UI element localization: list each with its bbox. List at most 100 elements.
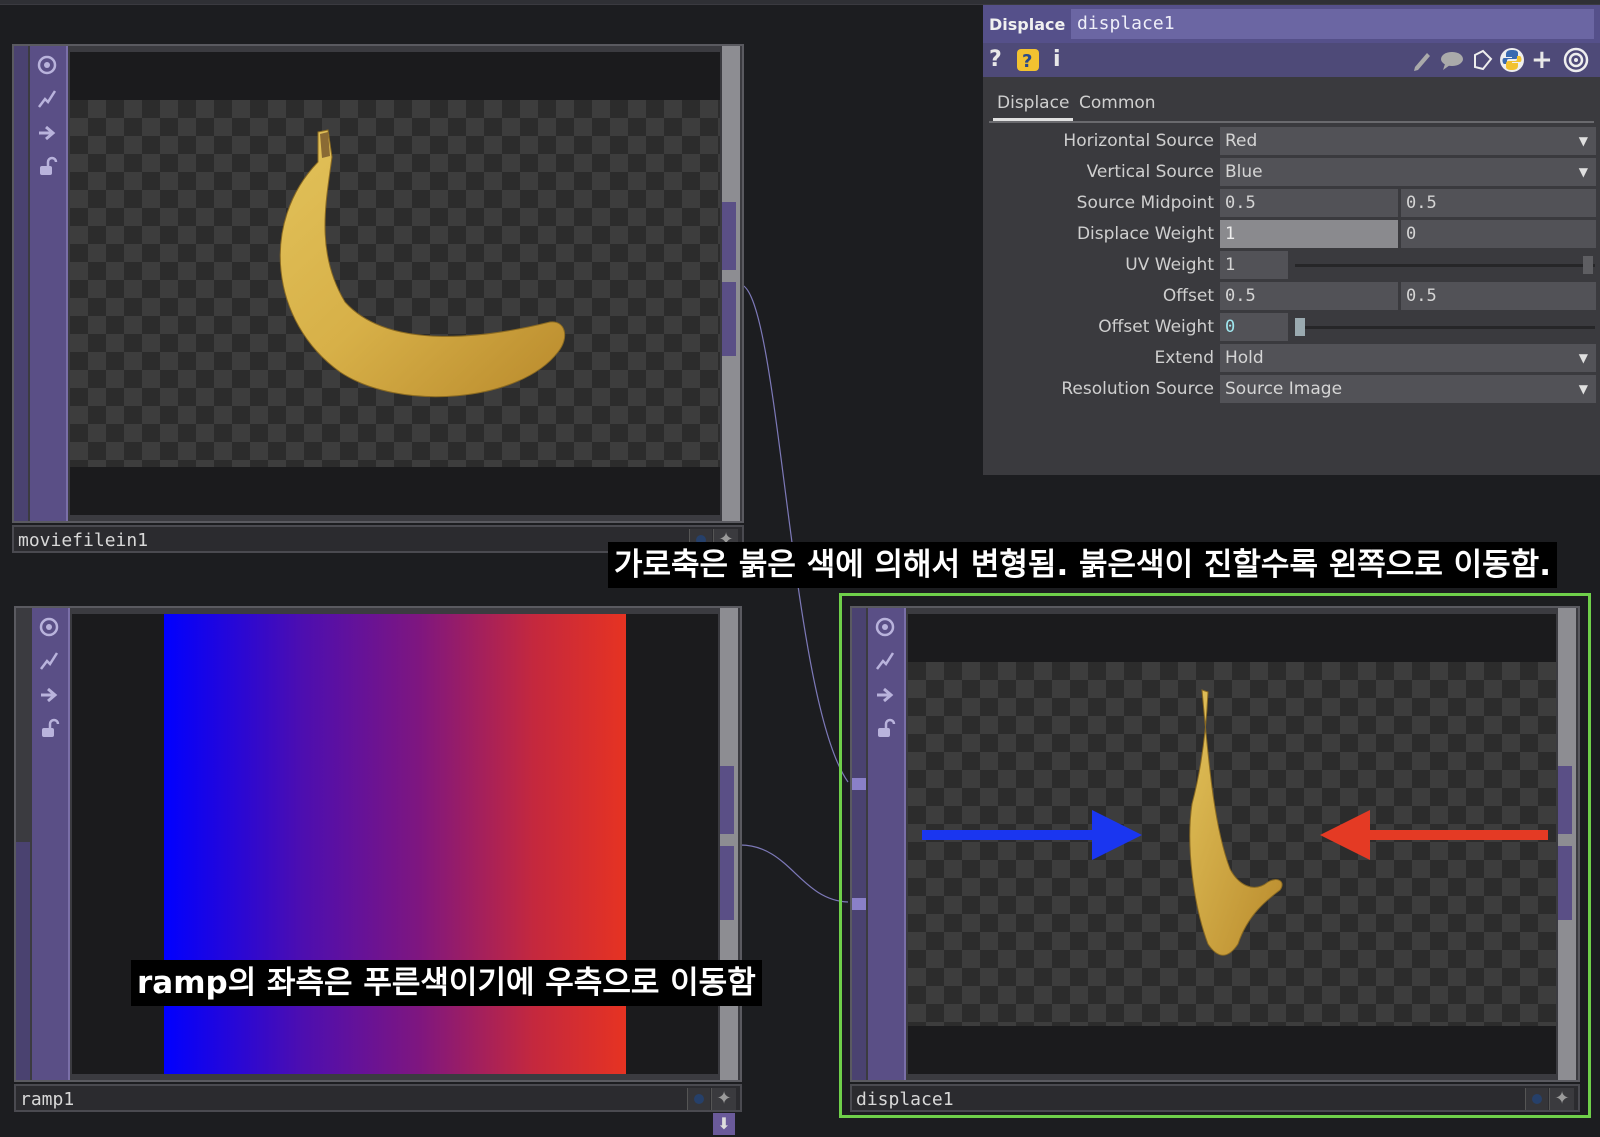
offset-weight-slider[interactable] xyxy=(1295,326,1595,329)
param-horizontal-source: Horizontal Source Red xyxy=(983,127,1600,155)
uv-weight-field[interactable]: 1 xyxy=(1220,251,1288,279)
cook-icon[interactable] xyxy=(34,86,60,112)
output-connector[interactable] xyxy=(1558,766,1572,834)
viewer-toggle-icon[interactable] xyxy=(872,614,898,640)
viewer-flag-button[interactable] xyxy=(687,1088,710,1110)
node-displace[interactable]: displace1 ✦ xyxy=(850,606,1580,1112)
source-midpoint-y-field[interactable]: 0.5 xyxy=(1401,189,1596,217)
bypass-icon[interactable] xyxy=(34,120,60,146)
horizontal-source-dropdown[interactable]: Red xyxy=(1220,127,1596,155)
caption-top: 가로축은 붉은 색에 의해서 변형됨. 붉은색이 진할수록 왼쪽으로 이동함. xyxy=(608,542,1557,588)
viewer-toggle-icon[interactable] xyxy=(36,614,62,640)
param-label: Source Midpoint xyxy=(1076,193,1214,213)
resolution-source-dropdown[interactable]: Source Image xyxy=(1220,375,1596,403)
target-icon[interactable] xyxy=(1563,47,1589,73)
node-name: displace1 xyxy=(856,1089,954,1110)
edit-icon[interactable] xyxy=(1411,47,1433,73)
output-connector[interactable] xyxy=(720,766,734,834)
param-source-midpoint: Source Midpoint 0.5 0.5 xyxy=(983,189,1600,217)
cook-icon[interactable] xyxy=(872,648,898,674)
lock-icon[interactable] xyxy=(872,716,898,742)
offset-x-field[interactable]: 0.5 xyxy=(1220,282,1398,310)
node-side-bar xyxy=(30,46,68,521)
node-frame xyxy=(12,44,744,523)
displace-weight-y-field[interactable]: 0 xyxy=(1401,220,1596,248)
param-label: Displace Weight xyxy=(1076,224,1214,244)
node-name: moviefilein1 xyxy=(18,530,149,551)
param-uv-weight: UV Weight 1 xyxy=(983,251,1600,279)
input-connector-2[interactable] xyxy=(852,898,866,910)
bypass-icon[interactable] xyxy=(872,682,898,708)
cook-icon[interactable] xyxy=(36,648,62,674)
caption-bottom: ramp의 좌측은 푸른색이기에 우측으로 이동함 xyxy=(131,960,762,1006)
banana-image xyxy=(279,129,566,398)
lock-icon[interactable] xyxy=(36,716,62,742)
bypass-icon[interactable] xyxy=(36,682,62,708)
node-input-strip xyxy=(852,608,866,1080)
param-label: Vertical Source xyxy=(1086,162,1214,182)
param-label: UV Weight xyxy=(1125,255,1214,275)
node-input-strip xyxy=(14,46,28,521)
node-side-bar xyxy=(32,608,70,1080)
lock-icon[interactable] xyxy=(34,154,60,180)
uv-weight-slider[interactable] xyxy=(1295,264,1595,267)
add-icon[interactable]: + xyxy=(1531,47,1553,73)
python-help-icon[interactable]: ? xyxy=(1015,47,1041,73)
offset-weight-field[interactable]: 0 xyxy=(1220,313,1288,341)
panel-toolbar: ? ? i + xyxy=(983,43,1600,77)
extend-dropdown[interactable]: Hold xyxy=(1220,344,1596,372)
node-ramp[interactable]: ramp1 ✦ xyxy=(14,606,742,1112)
node-right-bar xyxy=(722,46,740,521)
operator-name-field[interactable]: displace1 xyxy=(1071,9,1594,39)
param-label: Offset xyxy=(1162,286,1214,306)
source-midpoint-x-field[interactable]: 0.5 xyxy=(1220,189,1398,217)
offset-y-field[interactable]: 0.5 xyxy=(1401,282,1596,310)
ramp-output-arrow-button[interactable]: ⬇ xyxy=(713,1113,735,1135)
param-label: Offset Weight xyxy=(1098,317,1214,337)
node-input-strip xyxy=(16,842,30,1080)
output-connector-2[interactable] xyxy=(1558,846,1572,920)
node-frame xyxy=(850,606,1580,1082)
node-viewer xyxy=(908,614,1556,1074)
param-vertical-source: Vertical Source Blue xyxy=(983,158,1600,186)
node-pin-button[interactable]: ✦ xyxy=(711,1088,736,1110)
comment-icon[interactable] xyxy=(1439,47,1465,73)
output-connector-2[interactable] xyxy=(720,846,734,920)
displace-weight-x-field[interactable]: 1 xyxy=(1220,220,1398,248)
viewer-flag-button[interactable] xyxy=(1525,1088,1548,1110)
input-connector-1[interactable] xyxy=(852,778,866,790)
param-offset-weight: Offset Weight 0 xyxy=(983,313,1600,341)
wire-moviefilein-to-displace xyxy=(741,284,849,783)
tab-displace[interactable]: Displace xyxy=(993,93,1074,121)
node-pin-button[interactable]: ✦ xyxy=(1549,1088,1574,1110)
node-right-bar xyxy=(1558,608,1576,1080)
param-label: Resolution Source xyxy=(1061,379,1214,399)
param-displace-weight: Displace Weight 1 0 xyxy=(983,220,1600,248)
help-icon[interactable]: ? xyxy=(989,47,1002,73)
operator-type: Displace xyxy=(989,15,1066,34)
info-icon[interactable]: i xyxy=(1053,47,1061,73)
node-name-bar[interactable]: displace1 ✦ xyxy=(850,1084,1580,1112)
displacement-arrows xyxy=(922,810,1548,860)
tab-common[interactable]: Common xyxy=(1075,93,1160,113)
parameter-panel: Displace displace1 ? ? i + Displace Comm… xyxy=(983,5,1600,475)
vertical-source-dropdown[interactable]: Blue xyxy=(1220,158,1596,186)
viewer-toggle-icon[interactable] xyxy=(34,52,60,78)
node-moviefilein[interactable]: moviefilein1 ✦ xyxy=(12,44,744,553)
clone-icon[interactable] xyxy=(1469,47,1495,73)
red-arrow xyxy=(1320,810,1548,860)
param-offset: Offset 0.5 0.5 xyxy=(983,282,1600,310)
param-label: Extend xyxy=(1154,348,1215,368)
output-connector-2[interactable] xyxy=(722,282,736,356)
offset-weight-slider-knob[interactable] xyxy=(1295,318,1305,336)
node-frame xyxy=(14,606,742,1082)
panel-tabs: Displace Common xyxy=(989,89,1594,123)
node-name-bar[interactable]: ramp1 ✦ xyxy=(14,1084,742,1112)
output-connector[interactable] xyxy=(722,202,736,270)
wire-ramp-to-displace xyxy=(739,844,849,903)
uv-weight-slider-knob[interactable] xyxy=(1583,256,1593,274)
node-right-bar xyxy=(720,608,738,1080)
node-side-bar xyxy=(868,608,906,1080)
param-extend: Extend Hold xyxy=(983,344,1600,372)
python-icon[interactable] xyxy=(1499,47,1525,73)
